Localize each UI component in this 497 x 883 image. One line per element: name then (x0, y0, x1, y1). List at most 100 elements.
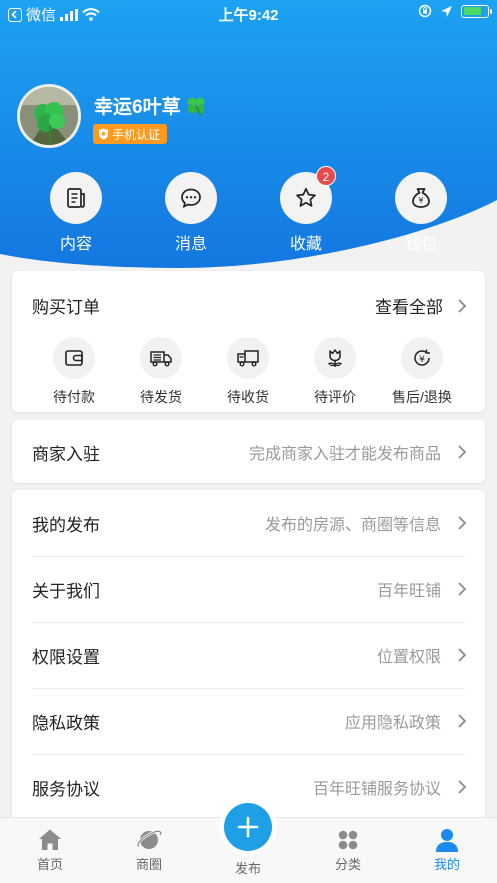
view-all-orders-link[interactable]: 查看全部 (375, 293, 467, 318)
order-status-label: 待发货 (140, 389, 182, 405)
orders-title: 购买订单 (32, 298, 100, 317)
publish-label: 发布 (234, 861, 261, 876)
clover-photo (20, 87, 78, 145)
order-status-after-sales[interactable]: ¥ 售后/退换 (377, 337, 467, 407)
menu-item-permissions[interactable]: 权限设置 位置权限 (32, 622, 467, 688)
avatar[interactable] (17, 84, 81, 148)
menu-item-subtitle-group: 百年旺铺服务协议 (313, 775, 467, 799)
clover-icon (187, 97, 205, 116)
wallet-card-icon (65, 350, 83, 366)
menu-item-subtitle: 百年旺铺服务协议 (312, 781, 441, 798)
menu-item-privacy-policy[interactable]: 隐私政策 应用隐私政策 (32, 688, 467, 754)
wallet-icon-circle: ¥ (395, 172, 447, 224)
merchant-row[interactable]: 商家入驻 完成商家入驻才能发布商品 (32, 419, 467, 485)
chevron-right-icon (458, 582, 467, 596)
refund-icon-circle: ¥ (401, 337, 443, 379)
menu-item-subtitle-group: 应用隐私政策 (345, 709, 467, 733)
battery-icon (461, 4, 492, 18)
quick-action-message[interactable]: 消息 (156, 172, 226, 254)
grid-icon (338, 830, 358, 850)
location-arrow-icon (441, 5, 452, 17)
quick-action-favorites[interactable]: 2 收藏 (271, 166, 341, 254)
menu-item-title: 关于我们 (32, 581, 100, 601)
message-icon-circle (165, 172, 217, 224)
menu-item-title: 我的发布 (32, 515, 100, 535)
menu-item-subtitle-group: 百年旺铺 (377, 577, 467, 601)
order-status-pending-review[interactable]: 待评价 (290, 337, 380, 407)
home-icon (39, 829, 61, 850)
quick-action-wallet[interactable]: ¥ 钱包 (386, 172, 456, 254)
user-icon (436, 829, 458, 852)
status-bar: 微信 上午9:42 (0, 0, 497, 26)
tab-label: 商圈 (135, 857, 162, 872)
star-icon-circle: 2 (280, 166, 336, 224)
menu-item-subtitle: 应用隐私政策 (344, 715, 441, 732)
tab-label: 分类 (334, 857, 361, 872)
menu-item-my-posts[interactable]: 我的发布 发布的房源、商圈等信息 (32, 490, 467, 556)
tab-categories[interactable]: 分类 (308, 826, 388, 873)
menu-item-subtitle-group: 发布的房源、商圈等信息 (265, 511, 467, 535)
merchant-card[interactable]: 商家入驻 完成商家入驻才能发布商品 (12, 420, 485, 483)
order-status-row: 待付款 待发货 待收货 待评价 ¥ 售后/退换 (12, 337, 485, 407)
quick-action-content[interactable]: 内容 (41, 172, 111, 254)
order-status-label: 待评价 (314, 389, 356, 405)
merchant-subtitle-group: 完成商家入驻才能发布商品 (249, 440, 467, 464)
refund-icon: ¥ (414, 349, 430, 366)
phone-verified-badge: 手机认证 (93, 124, 168, 144)
shipping-icon-circle (140, 337, 182, 379)
quick-actions: 内容 消息 2 收藏 ¥ 钱包 (0, 166, 497, 254)
chevron-right-icon (458, 298, 467, 313)
publish-button[interactable] (224, 803, 272, 851)
menu-item-title: 隐私政策 (32, 713, 100, 733)
star-icon (296, 187, 316, 207)
content-icon-circle (50, 172, 102, 224)
planet-icon (136, 829, 162, 849)
tab-business-circle[interactable]: 商圈 (109, 826, 189, 873)
quick-action-label: 收藏 (289, 236, 322, 253)
order-status-pending-receipt[interactable]: 待收货 (203, 337, 293, 407)
username-text: 幸运6叶草 (94, 97, 181, 118)
content-icon (67, 188, 85, 208)
tab-mine[interactable]: 我的 (407, 826, 487, 873)
order-status-pending-payment[interactable]: 待付款 (29, 337, 119, 407)
username[interactable]: 幸运6叶草 (94, 92, 207, 119)
quick-action-label: 消息 (174, 236, 207, 253)
menu-item-about-us[interactable]: 关于我们 百年旺铺 (32, 556, 467, 622)
shipping-icon (150, 351, 172, 367)
svg-text:¥: ¥ (419, 355, 425, 365)
header-background (0, 0, 497, 268)
wallet-icon: ¥ (412, 188, 430, 208)
menu-item-subtitle: 发布的房源、商圈等信息 (264, 517, 441, 534)
orders-card: 购买订单 查看全部 待付款 待发货 待收货 待评价 ¥ 售后/退换 (12, 271, 485, 412)
chevron-right-icon (458, 445, 467, 459)
truck-icon (237, 350, 259, 367)
menu-item-subtitle-group: 位置权限 (377, 643, 467, 667)
menu-item-title: 服务协议 (32, 779, 100, 799)
merchant-title: 商家入驻 (32, 444, 100, 464)
menu-item-subtitle: 位置权限 (376, 649, 441, 666)
tab-label: 首页 (36, 857, 63, 872)
status-right (418, 4, 492, 18)
order-status-label: 待付款 (53, 389, 95, 405)
orientation-lock-icon (418, 4, 432, 18)
tab-home[interactable]: 首页 (10, 826, 90, 873)
order-status-pending-shipment[interactable]: 待发货 (116, 337, 206, 407)
orders-header[interactable]: 购买订单 查看全部 (32, 293, 467, 318)
menu-item-subtitle: 百年旺铺 (376, 583, 441, 600)
tab-label: 我的 (433, 857, 460, 872)
plus-icon (237, 816, 259, 838)
quick-action-label: 钱包 (404, 236, 437, 253)
menu-item-title: 权限设置 (32, 647, 100, 667)
flower-icon (328, 349, 342, 367)
favorites-count-badge: 2 (316, 166, 336, 186)
truck-icon-circle (227, 337, 269, 379)
order-status-label: 售后/退换 (392, 389, 452, 405)
order-status-label: 待收货 (227, 389, 269, 405)
wallet-card-icon-circle (53, 337, 95, 379)
svg-text:¥: ¥ (419, 196, 424, 205)
shield-icon (99, 128, 108, 140)
chevron-right-icon (458, 648, 467, 662)
chevron-right-icon (458, 516, 467, 530)
profile-header (0, 0, 497, 300)
quick-action-label: 内容 (59, 236, 92, 253)
